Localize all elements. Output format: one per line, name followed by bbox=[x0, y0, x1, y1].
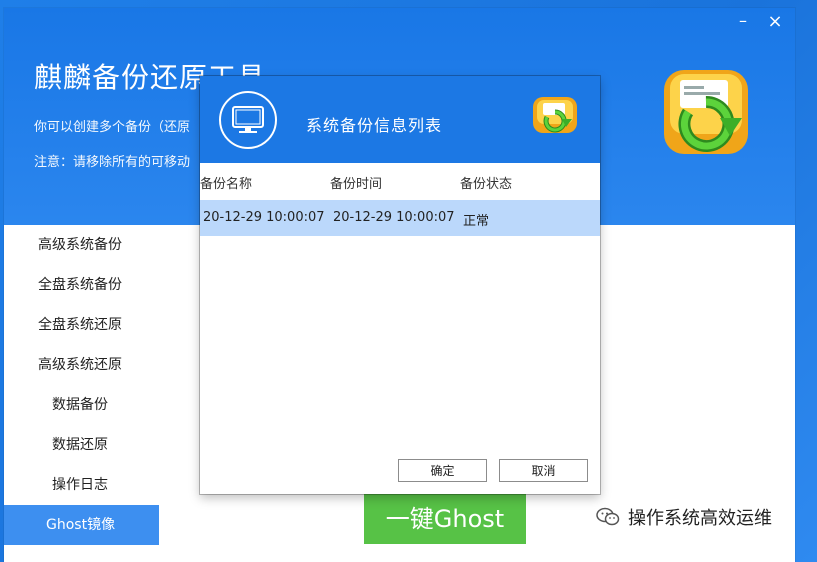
sidebar-item-data-backup[interactable]: 数据备份 bbox=[4, 385, 159, 425]
dialog-title: 系统备份信息列表 bbox=[306, 116, 443, 135]
app-notice: 注意：请移除所有的可移动 bbox=[34, 155, 191, 170]
column-backup-status[interactable]: 备份状态 bbox=[460, 173, 512, 192]
app-description: 你可以创建多个备份（还原 bbox=[34, 120, 191, 135]
watermark: 操作系统高效运维 bbox=[596, 504, 772, 530]
sidebar-item-advanced-backup[interactable]: 高级系统备份 bbox=[4, 225, 159, 265]
watermark-text: 操作系统高效运维 bbox=[628, 508, 772, 529]
dialog-header: 系统备份信息列表 bbox=[200, 76, 600, 163]
minimize-icon[interactable]: – bbox=[735, 13, 751, 30]
close-icon[interactable]: × bbox=[767, 13, 783, 31]
cell-backup-status: 正常 bbox=[463, 214, 490, 229]
sidebar-item-full-backup[interactable]: 全盘系统备份 bbox=[4, 265, 159, 305]
sidebar-item-full-restore[interactable]: 全盘系统还原 bbox=[4, 305, 159, 345]
monitor-icon bbox=[219, 91, 277, 149]
cell-backup-name: 20-12-29 10:00:07 bbox=[203, 210, 325, 225]
one-click-ghost-button[interactable]: 一键Ghost bbox=[364, 494, 526, 544]
sidebar-item-operation-log[interactable]: 操作日志 bbox=[4, 465, 159, 505]
cancel-button[interactable]: 取消 bbox=[499, 459, 588, 482]
sidebar-item-advanced-restore[interactable]: 高级系统还原 bbox=[4, 345, 159, 385]
backup-logo-icon bbox=[533, 97, 577, 133]
ok-button[interactable]: 确定 bbox=[398, 459, 487, 482]
column-backup-name[interactable]: 备份名称 bbox=[200, 173, 252, 192]
backup-list-dialog: 系统备份信息列表 备份名称 备份时间 备份状态 20-12-29 10:00:0… bbox=[200, 76, 600, 494]
table-header: 备份名称 备份时间 备份状态 bbox=[200, 163, 600, 199]
sidebar-nav: 高级系统备份 全盘系统备份 全盘系统还原 高级系统还原 数据备份 数据还原 操作… bbox=[4, 225, 159, 545]
backup-logo-icon bbox=[664, 70, 748, 154]
sidebar-item-data-restore[interactable]: 数据还原 bbox=[4, 425, 159, 465]
table-row[interactable]: 20-12-29 10:00:07 20-12-29 10:00:07 正常 bbox=[200, 200, 600, 236]
wechat-icon bbox=[596, 507, 620, 526]
column-backup-time[interactable]: 备份时间 bbox=[330, 173, 382, 192]
sidebar-item-ghost-image[interactable]: Ghost镜像 bbox=[4, 505, 159, 545]
cell-backup-time: 20-12-29 10:00:07 bbox=[333, 210, 455, 225]
